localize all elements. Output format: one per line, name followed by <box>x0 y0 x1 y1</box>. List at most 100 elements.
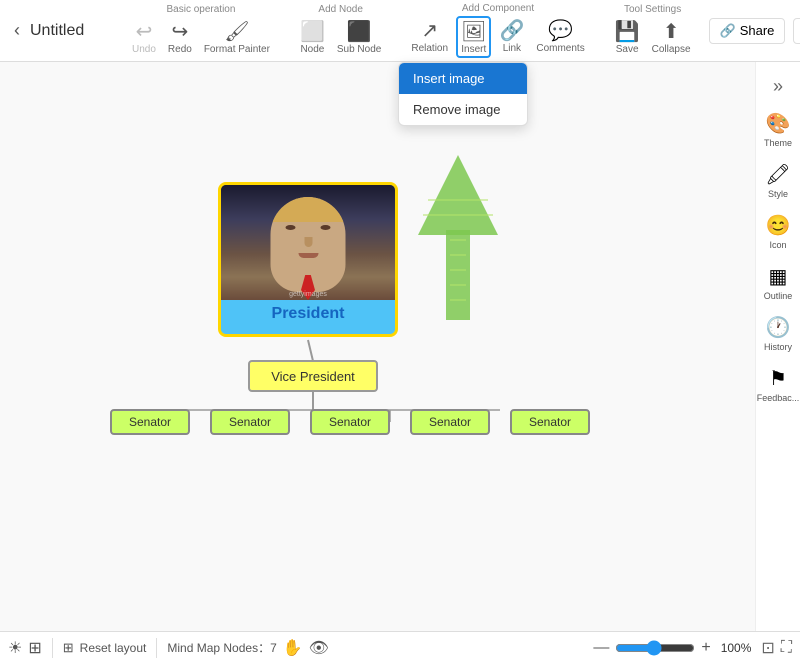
icon-label: Icon <box>769 240 786 250</box>
share-label: Share <box>740 23 775 38</box>
add-component-group: Add Component ↗ Relation 🖼 Insert 🔗 Link… <box>407 3 588 58</box>
eye-icon[interactable]: 👁 <box>309 638 329 658</box>
add-node-group: Add Node ⬜ Node ⬛ Sub Node <box>296 4 385 57</box>
node-label: Node <box>300 44 324 55</box>
reset-layout-label[interactable]: Reset layout <box>80 641 147 655</box>
brightness-icon[interactable]: ☀ <box>8 638 22 658</box>
node-button[interactable]: ⬜ Node <box>296 17 329 57</box>
fit-screen-icon[interactable]: ⊡ <box>761 638 774 658</box>
senator-node-4[interactable]: Senator <box>410 409 490 435</box>
icon-icon: 😊 <box>766 213 791 238</box>
sidebar-item-outline[interactable]: ▦ Outline <box>757 258 799 307</box>
format-painter-button[interactable]: 🖌 Format Painter <box>200 17 274 57</box>
senator-label-5: Senator <box>529 415 571 429</box>
save-label: Save <box>616 44 639 55</box>
toolbar-right: 🔗 Share 📤 Export <box>709 18 800 44</box>
undo-label: Undo <box>132 44 156 55</box>
history-label: History <box>764 342 792 352</box>
link-button[interactable]: 🔗 Link <box>495 16 528 58</box>
insert-label: Insert <box>461 44 486 55</box>
zoom-slider[interactable] <box>615 640 695 656</box>
link-icon: 🔗 <box>499 18 524 43</box>
sub-node-icon: ⬛ <box>347 19 372 44</box>
theme-label: Theme <box>764 138 792 148</box>
insert-dropdown-menu: Insert image Remove image <box>398 62 528 126</box>
sidebar-item-feedback[interactable]: ⚑ Feedbac... <box>757 360 799 409</box>
theme-icon: 🎨 <box>766 111 791 136</box>
add-component-items: ↗ Relation 🖼 Insert 🔗 Link 💬 Comments <box>407 16 588 58</box>
history-icon: 🕐 <box>766 315 791 340</box>
senator-row: Senator Senator Senator Senator Senator <box>110 409 590 435</box>
format-painter-label: Format Painter <box>204 44 270 55</box>
basic-operation-group: Basic operation ↩ Undo ↪ Redo 🖌 Format P… <box>128 4 274 57</box>
remove-image-item[interactable]: Remove image <box>399 94 527 125</box>
zoom-minus-icon[interactable]: — <box>593 639 609 657</box>
sidebar-item-icon[interactable]: 😊 Icon <box>757 207 799 256</box>
node-icon: ⬜ <box>300 19 325 44</box>
back-button[interactable]: ‹ <box>8 16 26 45</box>
insert-button[interactable]: 🖼 Insert <box>456 16 491 58</box>
sidebar-item-history[interactable]: 🕐 History <box>757 309 799 358</box>
vp-label: Vice President <box>271 369 355 384</box>
feedback-label: Feedbac... <box>757 393 800 403</box>
relation-label: Relation <box>411 43 448 54</box>
basic-operation-items: ↩ Undo ↪ Redo 🖌 Format Painter <box>128 17 274 57</box>
green-arrow <box>418 150 498 320</box>
feedback-icon: ⚑ <box>769 366 787 391</box>
sub-node-button[interactable]: ⬛ Sub Node <box>333 17 385 57</box>
outline-icon: ▦ <box>769 264 788 289</box>
comments-button[interactable]: 💬 Comments <box>532 16 588 58</box>
connector-lines <box>0 62 800 631</box>
undo-button[interactable]: ↩ Undo <box>128 17 160 57</box>
grid-icon[interactable]: ⊞ <box>28 638 41 658</box>
sidebar-item-style[interactable]: 🖍 Style <box>757 156 799 205</box>
tool-settings-label: Tool Settings <box>624 4 681 15</box>
tool-settings-items: 💾 Save ⬆ Collapse <box>611 17 695 57</box>
undo-icon: ↩ <box>136 19 153 44</box>
president-node[interactable]: gettyimages President <box>218 182 398 337</box>
share-button[interactable]: 🔗 Share <box>709 18 786 44</box>
share-icon: 🔗 <box>720 23 736 39</box>
basic-operation-label: Basic operation <box>167 4 236 15</box>
outline-label: Outline <box>764 291 793 301</box>
collapse-label: Collapse <box>652 44 691 55</box>
sidebar-toggle-icon: » <box>773 76 783 96</box>
style-icon: 🖍 <box>765 162 790 187</box>
tool-settings-group: Tool Settings 💾 Save ⬆ Collapse <box>611 4 695 57</box>
senator-label-4: Senator <box>429 415 471 429</box>
bottom-bar: ☀ ⊞ ⊞ Reset layout Mind Map Nodes：7 ✋ 👁 … <box>0 631 800 663</box>
relation-icon: ↗ <box>421 18 438 43</box>
collapse-icon: ⬆ <box>663 19 680 44</box>
bb-separator-1 <box>52 638 53 658</box>
zoom-plus-icon[interactable]: + <box>701 639 710 657</box>
add-component-label: Add Component <box>462 3 534 14</box>
canvas-area[interactable]: gettyimages President Vice President Sen… <box>0 62 800 631</box>
senator-node-1[interactable]: Senator <box>110 409 190 435</box>
right-sidebar: » 🎨 Theme 🖍 Style 😊 Icon ▦ Outline 🕐 His… <box>755 62 800 631</box>
sidebar-toggle-button[interactable]: » <box>756 70 800 103</box>
zoom-value: 100% <box>721 641 752 655</box>
document-title: Untitled <box>30 22 100 40</box>
senator-label-3: Senator <box>329 415 371 429</box>
fullscreen-icon[interactable]: ⛶ <box>781 639 792 657</box>
president-label: President <box>221 294 395 334</box>
add-node-items: ⬜ Node ⬛ Sub Node <box>296 17 385 57</box>
relation-button[interactable]: ↗ Relation <box>407 16 452 58</box>
vp-node[interactable]: Vice President <box>248 360 378 392</box>
senator-node-5[interactable]: Senator <box>510 409 590 435</box>
redo-label: Redo <box>168 44 192 55</box>
link-label: Link <box>503 43 521 54</box>
redo-button[interactable]: ↪ Redo <box>164 17 196 57</box>
save-button[interactable]: 💾 Save <box>611 17 644 57</box>
export-button[interactable]: 📤 Export <box>793 18 800 44</box>
node-info-label: Mind Map Nodes：7 <box>167 639 276 656</box>
senator-node-2[interactable]: Senator <box>210 409 290 435</box>
senator-label-2: Senator <box>229 415 271 429</box>
senator-node-3[interactable]: Senator <box>310 409 390 435</box>
sidebar-item-theme[interactable]: 🎨 Theme <box>757 105 799 154</box>
hand-icon[interactable]: ✋ <box>283 638 303 658</box>
mind-map: gettyimages President Vice President Sen… <box>0 62 800 631</box>
collapse-button[interactable]: ⬆ Collapse <box>648 17 695 57</box>
insert-image-item[interactable]: Insert image <box>399 63 527 94</box>
bb-separator-2 <box>156 638 157 658</box>
